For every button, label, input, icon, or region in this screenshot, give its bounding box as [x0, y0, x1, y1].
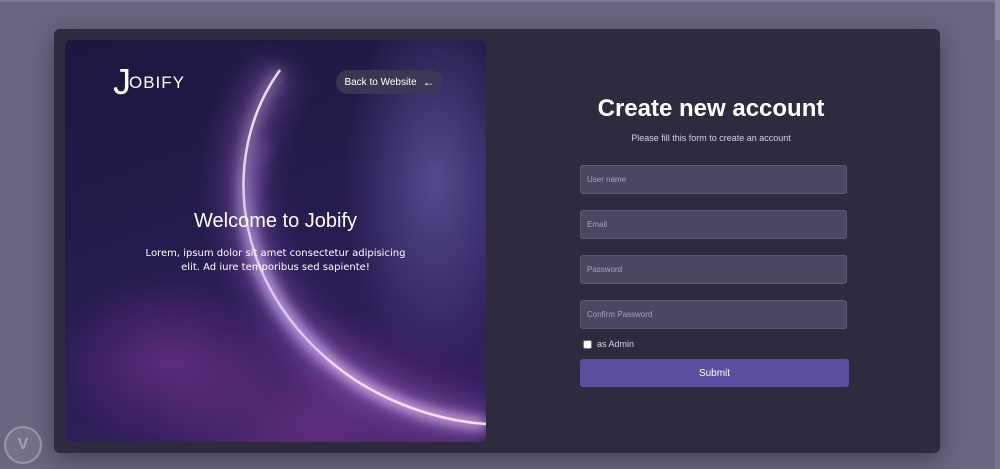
- signup-card: J OBIFY Back to Website ← Welcome to Job…: [54, 29, 940, 453]
- as-admin-label: as Admin: [597, 339, 635, 349]
- jobify-logo[interactable]: J OBIFY: [113, 61, 186, 102]
- logo-mark: J: [113, 61, 131, 102]
- back-to-website-button[interactable]: Back to Website ←: [336, 70, 443, 94]
- welcome-description: Lorem, ipsum dolor sit amet consectetur …: [145, 248, 406, 273]
- password-input[interactable]: [580, 255, 847, 284]
- watermark-glyph: V: [17, 436, 29, 453]
- email-input[interactable]: [580, 210, 847, 239]
- arrow-left-icon: ←: [422, 75, 435, 89]
- submit-button[interactable]: Submit: [580, 359, 849, 387]
- form-title: Create new account: [597, 95, 825, 122]
- page-scrollbar[interactable]: [995, 0, 1000, 469]
- hero-light-arc: [223, 58, 486, 442]
- logo-text: OBIFY: [129, 73, 186, 92]
- watermark-logo: V: [4, 426, 42, 464]
- form-subtitle: Please fill this form to create an accou…: [631, 133, 791, 143]
- hero-panel: J OBIFY Back to Website ← Welcome to Job…: [65, 40, 486, 442]
- confirm-password-input[interactable]: [580, 300, 847, 329]
- welcome-heading: Welcome to Jobify: [193, 210, 358, 232]
- scrollbar-thumb[interactable]: [995, 0, 1000, 40]
- username-input[interactable]: [580, 165, 847, 194]
- as-admin-option[interactable]: as Admin: [583, 339, 634, 349]
- page-top-border: [0, 0, 1000, 2]
- as-admin-checkbox[interactable]: [583, 339, 592, 349]
- back-to-website-label: Back to Website: [344, 76, 417, 88]
